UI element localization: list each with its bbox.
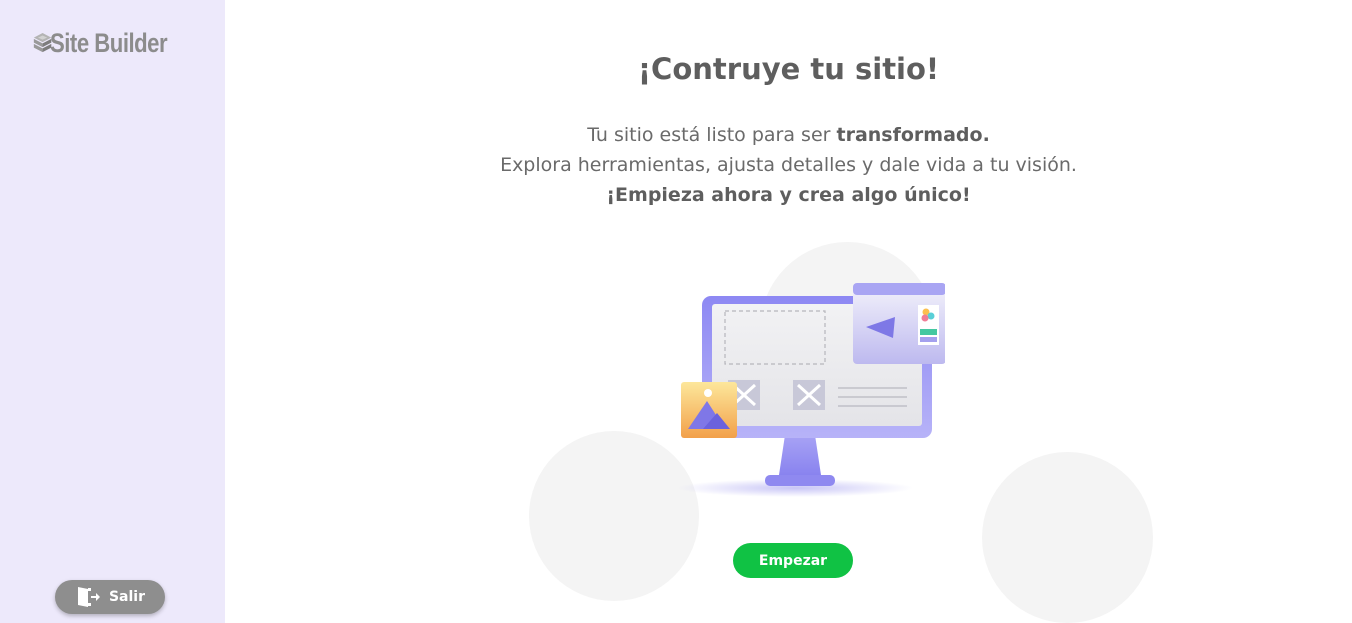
page-title: ¡Contruye tu sitio! [637, 52, 940, 86]
logo-text: Site Builder [50, 27, 168, 58]
website-building-illustration [677, 283, 945, 497]
decorative-circle [982, 452, 1153, 623]
logout-door-icon [77, 587, 100, 607]
intro-line-3: ¡Empieza ahora y crea algo único! [606, 184, 971, 206]
start-button[interactable]: Empezar [733, 543, 853, 578]
intro-line-2: Explora herramientas, ajusta detalles y … [500, 154, 1077, 176]
main-content: ¡Contruye tu sitio! Tu sitio está listo … [225, 0, 1352, 623]
sidebar: Site Builder Salir [0, 0, 225, 623]
logout-label: Salir [108, 589, 146, 605]
logout-button[interactable]: Salir [55, 580, 165, 614]
logo[interactable]: Site Builder [33, 17, 193, 69]
intro-line-1: Tu sitio está listo para ser transformad… [587, 124, 990, 146]
intro-text: Tu sitio está listo para ser transformad… [225, 120, 1352, 210]
